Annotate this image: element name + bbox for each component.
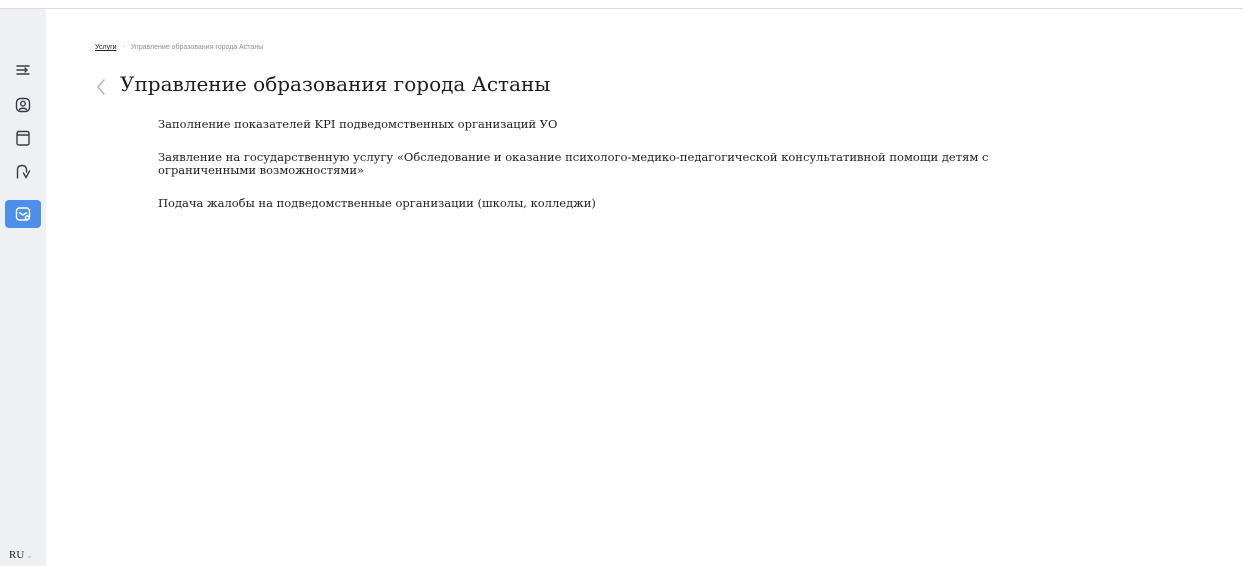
language-label: RU [9,549,25,561]
chevron-left-icon [97,79,105,95]
collapse-menu-icon [16,65,30,75]
sidebar: RU ⌄ [0,9,46,566]
user-profile-icon [15,97,31,113]
breadcrumb-current: Управление образования города Астаны [130,44,264,51]
back-button[interactable] [94,77,108,97]
service-link-complaint[interactable]: Подача жалобы на подведомственные органи… [158,197,1088,210]
breadcrumb-link-services[interactable]: Услуги [95,44,117,51]
services-icon [15,207,31,221]
sidebar-item-collapse[interactable] [5,56,41,84]
breadcrumb: Услуги - Управление образования города А… [95,44,263,51]
sidebar-item-process[interactable] [5,158,41,186]
top-divider [0,8,1243,9]
sidebar-item-database[interactable] [5,124,41,152]
sidebar-item-services[interactable] [5,200,41,228]
chevron-down-icon: ⌄ [26,550,33,560]
breadcrumb-separator: - [122,44,125,51]
process-icon [16,164,31,179]
service-link-pmpk-application[interactable]: Заявление на государственную услугу «Обс… [158,151,1088,177]
page-title: Управление образования города Астаны [120,72,551,96]
services-list: Заполнение показателей KPI подведомствен… [158,118,1088,230]
service-link-kpi[interactable]: Заполнение показателей KPI подведомствен… [158,118,1088,131]
language-selector[interactable]: RU ⌄ [9,549,33,561]
database-icon [16,130,30,146]
sidebar-item-profile[interactable] [5,91,41,119]
